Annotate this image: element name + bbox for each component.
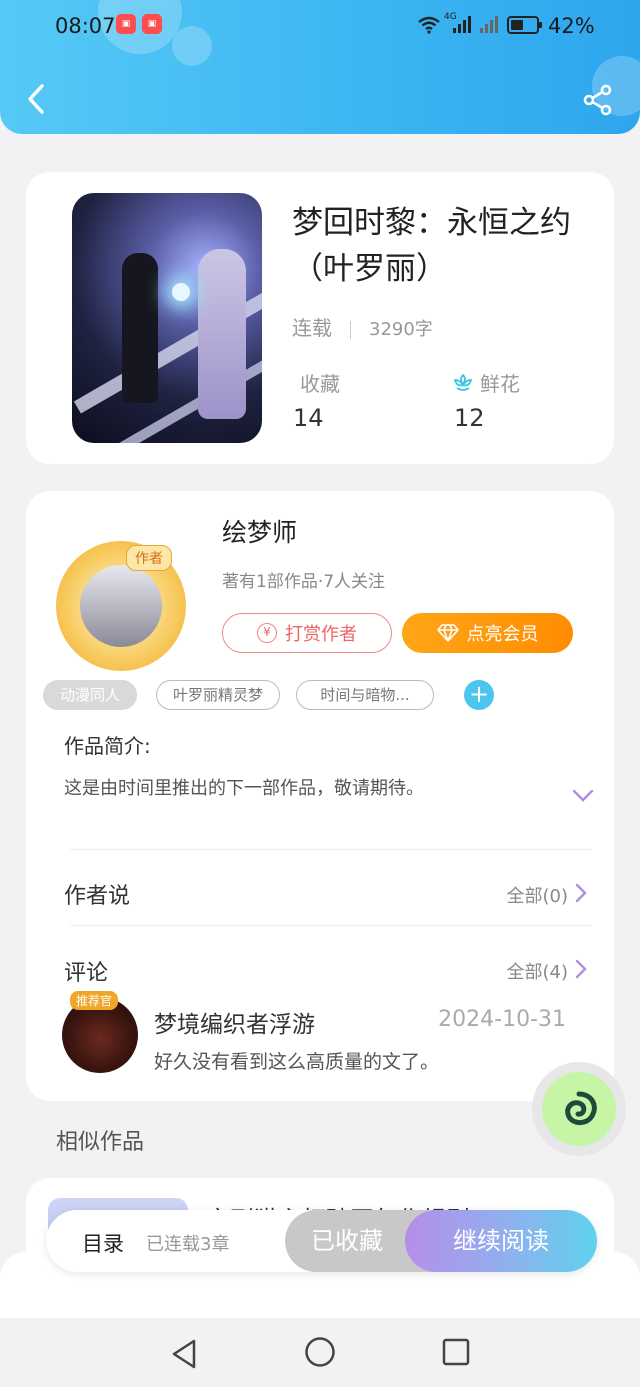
author-detail-card: 作者 绘梦师 著有1部作品·7人关注 ¥ 打赏作者 点亮会员 动漫同人 叶罗丽精… (26, 491, 614, 1101)
recommender-badge: 推荐官 (70, 991, 119, 1010)
yen-icon: ¥ (257, 623, 277, 643)
intro-heading: 作品简介: (64, 734, 151, 758)
author-badge: 作者 (126, 545, 172, 571)
book-cover[interactable] (72, 193, 262, 443)
divider (70, 925, 592, 926)
favorites-value: 14 (293, 404, 324, 432)
battery-icon (507, 16, 542, 34)
share-icon[interactable] (582, 84, 614, 116)
flowers-value: 12 (454, 404, 485, 432)
cover-art-figure (198, 249, 246, 419)
comments-all-link[interactable]: 全部(4) (507, 958, 569, 984)
commenter-name[interactable]: 梦境编织者浮游 (154, 1005, 315, 1039)
signal-icon-2 (480, 16, 498, 33)
tag-chip[interactable]: 叶罗丽精灵梦 (156, 680, 280, 710)
flowers-label: 鲜花 (480, 372, 520, 396)
nav-recent-icon[interactable] (442, 1338, 470, 1366)
toc-button[interactable]: 目录 (82, 1228, 124, 1258)
chevron-left-icon[interactable] (24, 82, 48, 116)
cover-art-figure (122, 253, 158, 403)
similar-works-title: 相似作品 (56, 1130, 145, 1155)
cover-art-glow (172, 283, 190, 301)
author-name[interactable]: 绘梦师 (222, 513, 297, 549)
system-nav-bar (0, 1318, 640, 1387)
app-notification-icon: ▣ (142, 14, 162, 34)
swirl-icon (565, 1091, 597, 1125)
signal-icon (453, 16, 471, 33)
continue-reading-button[interactable]: 继续阅读 (405, 1210, 597, 1272)
divider (70, 849, 592, 850)
chevron-down-icon[interactable] (572, 789, 594, 803)
author-says-all-link[interactable]: 全部(0) (507, 882, 569, 908)
serial-chapters: 已连载3章 (146, 1234, 230, 1255)
top-header: 08:07 ▣ ▣ 4G 42% (0, 0, 640, 134)
battery-percent: 42% (548, 14, 595, 38)
author-avatar[interactable]: 作者 (56, 541, 186, 671)
intro-text: 这是由时间里推出的下一部作品，敬请期待。 (64, 778, 424, 799)
vip-label: 点亮会员 (466, 624, 539, 645)
book-meta: 连载 3290字 (292, 312, 433, 341)
flower-icon (453, 373, 473, 391)
flowers-stat[interactable]: 鲜花 (452, 368, 520, 397)
comments-title[interactable]: 评论 (64, 955, 108, 987)
nav-back-icon[interactable] (170, 1338, 198, 1370)
book-info-card: 梦回时黎：永恒之约（叶罗丽） 连载 3290字 收藏 14 鲜花 12 (26, 172, 614, 464)
book-title: 梦回时黎：永恒之约（叶罗丽） (292, 205, 571, 287)
tip-author-button[interactable]: ¥ 打赏作者 (222, 613, 392, 653)
app-notification-icon: ▣ (116, 14, 136, 34)
comment-text[interactable]: 好久没有看到这么高质量的文了。 (154, 1047, 439, 1074)
book-word-count: 3290字 (369, 319, 433, 340)
book-status: 连载 (292, 316, 332, 340)
tag-chip[interactable]: 动漫同人 (43, 680, 137, 710)
commenter-avatar[interactable]: 推荐官 (62, 991, 138, 1073)
tag-chip[interactable]: 时间与暗物... (296, 680, 434, 710)
tip-author-label: 打赏作者 (285, 624, 357, 645)
chevron-right-icon[interactable] (574, 882, 588, 904)
add-tag-button[interactable]: + (464, 680, 494, 710)
vip-button[interactable]: 点亮会员 (402, 613, 573, 653)
nav-home-icon[interactable] (304, 1336, 336, 1368)
divider (350, 320, 351, 339)
author-stats: 著有1部作品·7人关注 (222, 572, 386, 592)
floating-assistant-button[interactable] (532, 1062, 626, 1156)
status-time: 08:07 (55, 14, 116, 38)
author-says-title[interactable]: 作者说 (64, 878, 130, 910)
comment-date: 2024-10-31 (438, 1007, 566, 1032)
wifi-icon (418, 16, 440, 34)
status-bar: 08:07 ▣ ▣ 4G 42% (0, 0, 640, 54)
reading-action-bar: 目录 已连载3章 已收藏 继续阅读 (46, 1210, 597, 1272)
diamond-icon (436, 624, 459, 642)
avatar-image (80, 565, 162, 647)
favorites-label: 收藏 (300, 372, 340, 396)
chevron-right-icon[interactable] (574, 958, 588, 980)
